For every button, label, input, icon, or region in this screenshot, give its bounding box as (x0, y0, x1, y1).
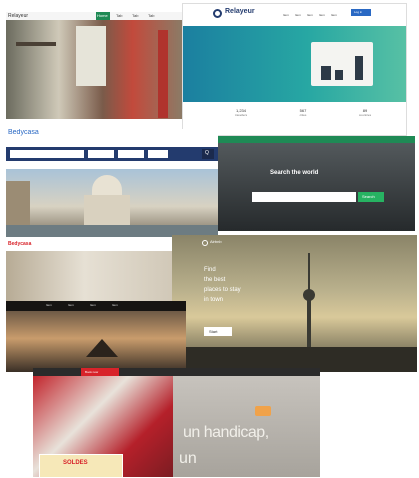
nav-item[interactable]: Tab (116, 12, 122, 20)
screenshot-banner: Book now un handicap, un SOLDES (33, 368, 320, 477)
nav-item[interactable]: Item (283, 11, 289, 19)
red-curtain (158, 30, 168, 118)
nav-bar (6, 301, 186, 311)
nav-item[interactable]: Item (46, 303, 52, 307)
shelf (16, 42, 56, 46)
search-icon: Q (205, 150, 209, 156)
church-body (84, 195, 130, 225)
promo-badge: SOLDES (63, 460, 88, 466)
hero-teal-band (183, 26, 406, 102)
screenshot-teal-site: Relayeur Item Item Item Item Item Log in… (182, 3, 407, 136)
search-cta-label: Search (362, 194, 375, 199)
dome (92, 175, 122, 197)
search-input[interactable] (252, 192, 356, 202)
tab-active[interactable]: Home (96, 12, 110, 20)
start-label: Start (209, 329, 218, 334)
book-now-button[interactable]: Book now (81, 368, 119, 376)
headline-line: in town (204, 297, 224, 303)
stat-block: 89 countries (345, 108, 385, 117)
logo-badge (255, 406, 271, 416)
checkout-input[interactable] (118, 150, 144, 158)
stat-block: 1,234 travellers (221, 108, 261, 117)
top-strip (33, 368, 320, 376)
nav-item[interactable]: Item (331, 11, 337, 19)
book-now-label: Book now (85, 370, 99, 374)
top-bar (218, 136, 415, 143)
screenshot-pyramid: Item Item Item Item (6, 301, 186, 372)
banner-text: un handicap, (183, 424, 269, 441)
brand-logo[interactable]: Airbnb (210, 239, 222, 244)
headline-line: Find (204, 267, 216, 273)
screenshot-dark-search: Search the world Search (218, 136, 415, 231)
header-bar (6, 12, 182, 20)
guests-select[interactable] (148, 150, 168, 158)
search-cta-button[interactable]: Search (358, 192, 384, 202)
login-button[interactable]: Log in (351, 9, 371, 16)
brand-logo[interactable]: Relayeur (225, 8, 255, 15)
start-button[interactable]: Start (204, 327, 232, 336)
stat-label: countries (358, 113, 372, 117)
brand-logo[interactable]: Bedycasa (8, 241, 31, 247)
luggage-icon (355, 56, 363, 80)
nav-item[interactable]: Item (68, 303, 74, 307)
brand-logo[interactable]: Bedycasa (8, 129, 39, 136)
banner-text-2: un (179, 450, 197, 467)
search-button[interactable]: Q (202, 149, 214, 159)
nav-item[interactable]: Item (307, 11, 313, 19)
pyramid-shape (86, 339, 118, 357)
checkin-input[interactable] (88, 150, 114, 158)
screenshot-venice-search: Bedycasa Q (6, 129, 218, 237)
search-heading: Search the world (270, 170, 319, 176)
stat-label: travellers (234, 113, 248, 117)
headline-line: places to stay (204, 287, 241, 293)
window-light (76, 26, 106, 86)
nav-item[interactable]: Item (295, 11, 301, 19)
nav-item[interactable]: Tab (148, 12, 154, 20)
brand-logo[interactable]: Relayeur (8, 12, 28, 20)
nav-item[interactable]: Item (112, 303, 118, 307)
headline-line: the best (204, 277, 226, 283)
screenshot-skyline: Airbnb Find the best places to stay in t… (172, 235, 417, 372)
bg-photo (218, 143, 415, 231)
tab-active-label: Home (97, 13, 108, 18)
luggage-icon (321, 66, 331, 80)
nav-item[interactable]: Item (90, 303, 96, 307)
screenshot-kitchen: Relayeur Home Tab Tab Tab (6, 12, 182, 119)
luggage-icon (335, 70, 343, 80)
top-bar (6, 239, 180, 251)
logo-mark-icon (213, 9, 222, 18)
logo-mark-icon (202, 240, 208, 246)
nav-item[interactable]: Item (319, 11, 325, 19)
login-label: Log in (354, 10, 363, 14)
stat-block: 567 cities (283, 108, 323, 117)
nav-item[interactable]: Tab (132, 12, 138, 20)
stat-label: cities (299, 113, 307, 117)
tv-tower-spire (308, 253, 310, 293)
destination-input[interactable] (10, 150, 84, 158)
